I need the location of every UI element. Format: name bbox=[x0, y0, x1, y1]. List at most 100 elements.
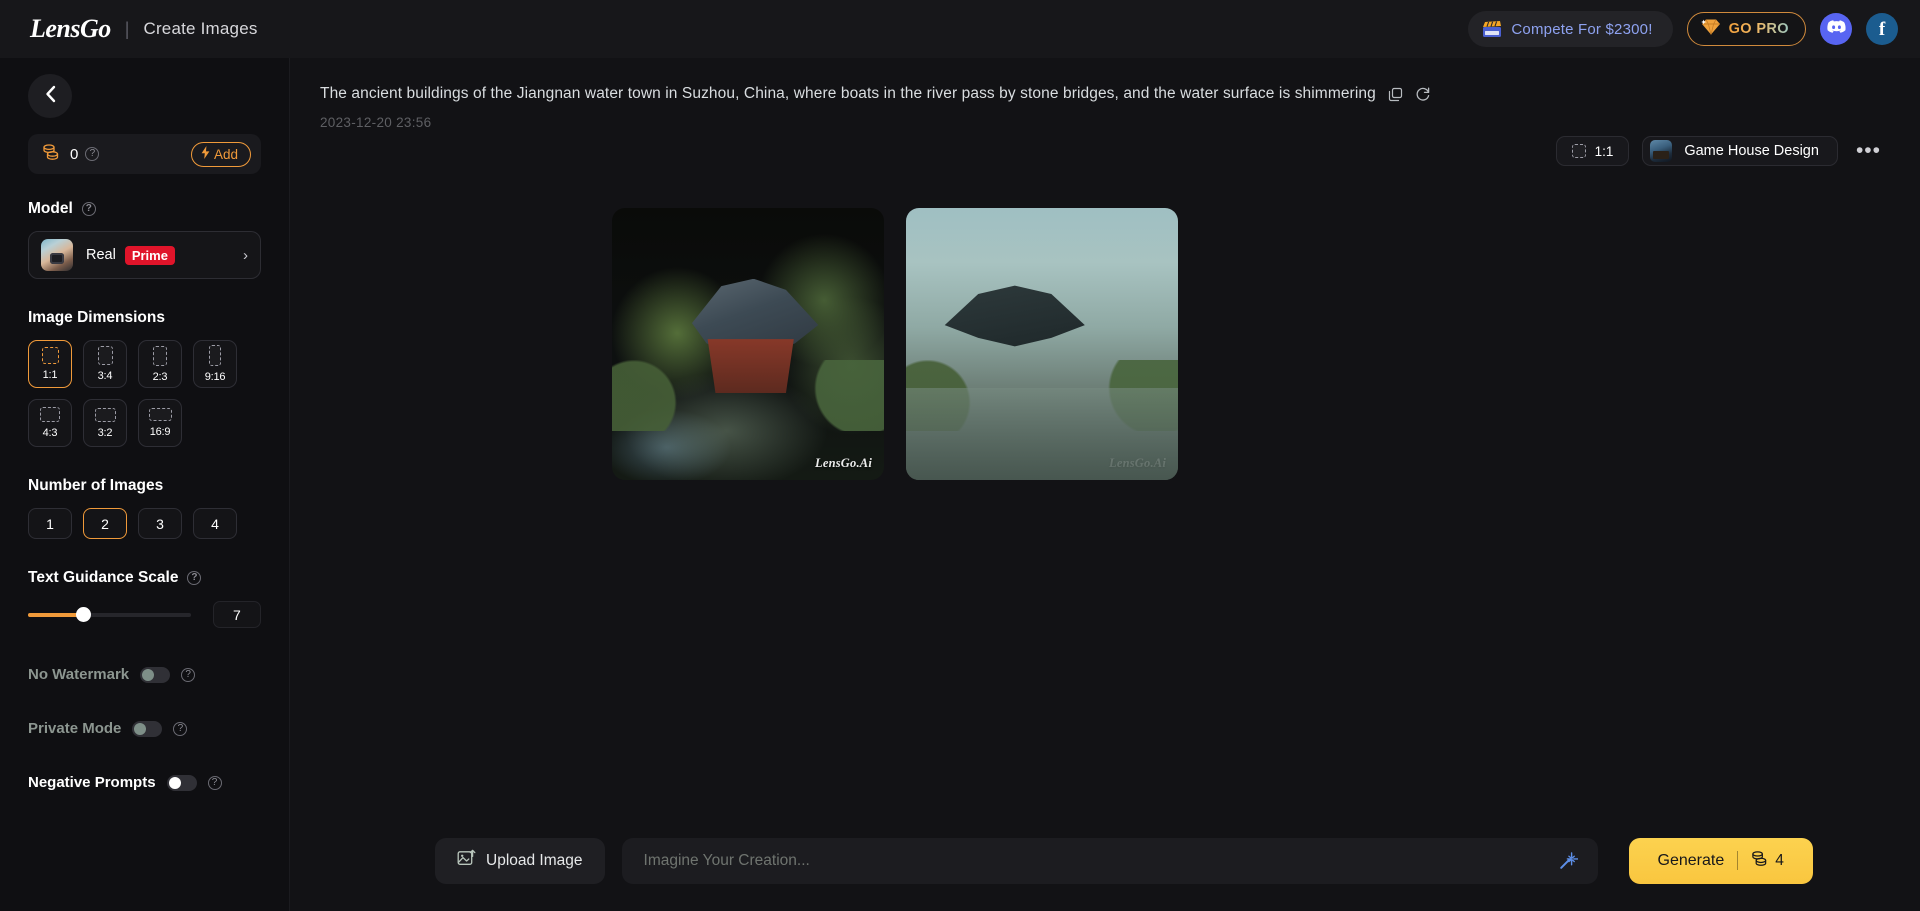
question-mark-icon[interactable]: ? bbox=[81, 202, 96, 216]
aspect-ratio-icon bbox=[153, 345, 167, 366]
compete-button[interactable]: Compete For $2300! bbox=[1468, 11, 1673, 47]
discord-icon bbox=[1826, 19, 1846, 39]
dimension-option-2-3[interactable]: 2:3 bbox=[138, 340, 182, 388]
dimension-option-label: 2:3 bbox=[152, 370, 168, 383]
upload-image-button[interactable]: Upload Image bbox=[435, 837, 605, 884]
diamond-icon bbox=[1700, 18, 1722, 41]
coins-icon bbox=[1751, 850, 1768, 872]
dimension-option-label: 1:1 bbox=[42, 369, 58, 381]
add-credits-button[interactable]: Add bbox=[190, 141, 251, 167]
no-watermark-row: No Watermark ? bbox=[28, 666, 261, 683]
model-selector[interactable]: Real Prime › bbox=[28, 231, 261, 279]
aspect-ratio-icon bbox=[40, 407, 60, 422]
dimension-option-label: 3:4 bbox=[97, 370, 113, 382]
watermark: LensGo.Ai bbox=[1108, 456, 1166, 470]
generation-prompt-line: The ancient buildings of the Jiangnan wa… bbox=[320, 84, 1920, 104]
preset-thumbnail bbox=[1650, 140, 1673, 162]
question-mark-icon[interactable]: ? bbox=[207, 775, 222, 790]
credit-amount: 0 bbox=[70, 145, 79, 163]
results-grid: LensGo.Ai LensGo.Ai bbox=[612, 208, 1178, 480]
generation-tools: 1:1 Game House Design ••• bbox=[1555, 136, 1886, 166]
question-mark-icon[interactable]: ? bbox=[173, 721, 188, 736]
dimension-option-label: 4:3 bbox=[42, 427, 58, 439]
model-prime-badge: Prime bbox=[124, 245, 175, 265]
image-count-option-3[interactable]: 3 bbox=[138, 508, 182, 539]
facebook-icon: f bbox=[1878, 18, 1886, 40]
image-upload-icon bbox=[457, 849, 476, 873]
count-section-title: Number of Images bbox=[28, 477, 261, 495]
image-count-option-2[interactable]: 2 bbox=[83, 508, 127, 539]
negative-prompts-toggle[interactable] bbox=[166, 774, 197, 791]
app-root: LensGo | Create Images Compete For $2300… bbox=[0, 0, 1920, 911]
brand-separator: | bbox=[124, 18, 130, 39]
copy-icon[interactable] bbox=[1388, 87, 1403, 102]
preset-label: Game House Design bbox=[1684, 143, 1819, 159]
generate-label: Generate bbox=[1657, 851, 1725, 869]
model-section-title: Model ? bbox=[28, 200, 261, 218]
result-image-1[interactable]: LensGo.Ai bbox=[612, 208, 884, 480]
brand-area[interactable]: LensGo | Create Images bbox=[30, 14, 258, 44]
private-mode-label: Private Mode bbox=[28, 720, 122, 737]
discord-link[interactable] bbox=[1820, 13, 1852, 45]
question-mark-icon[interactable]: ? bbox=[181, 667, 196, 682]
result-image-2[interactable]: LensGo.Ai bbox=[906, 208, 1178, 480]
guidance-slider-handle[interactable] bbox=[76, 606, 91, 622]
no-watermark-toggle[interactable] bbox=[140, 666, 171, 683]
image-count-option-1[interactable]: 1 bbox=[28, 508, 72, 539]
result-art-foliage bbox=[906, 360, 1178, 432]
go-pro-button[interactable]: GO PRO bbox=[1686, 12, 1806, 46]
generate-button[interactable]: Generate 4 bbox=[1628, 837, 1813, 884]
aspect-ratio-label: 1:1 bbox=[1594, 143, 1614, 159]
sidebar-collapse-button[interactable] bbox=[28, 74, 72, 118]
question-mark-icon[interactable]: ? bbox=[187, 571, 202, 585]
model-thumbnail bbox=[41, 239, 73, 271]
image-count-option-4[interactable]: 4 bbox=[193, 508, 237, 539]
no-watermark-label: No Watermark bbox=[28, 666, 130, 683]
aspect-ratio-icon bbox=[41, 347, 59, 364]
aspect-ratio-icon bbox=[1571, 144, 1586, 158]
private-mode-toggle[interactable] bbox=[132, 720, 163, 737]
dimension-option-1-1[interactable]: 1:1 bbox=[28, 340, 72, 388]
model-title-text: Model bbox=[28, 200, 73, 217]
aspect-ratio-icon bbox=[148, 408, 172, 421]
more-options-icon[interactable]: ••• bbox=[1851, 140, 1886, 161]
coins-icon bbox=[42, 143, 60, 166]
go-pro-label: GO PRO bbox=[1728, 21, 1789, 37]
guidance-slider[interactable] bbox=[28, 606, 191, 622]
page-title: Create Images bbox=[143, 19, 258, 38]
result-art-foliage bbox=[612, 360, 884, 432]
dimension-option-9-16[interactable]: 9:16 bbox=[193, 340, 237, 388]
dimension-option-3-2[interactable]: 3:2 bbox=[83, 399, 127, 447]
lightning-bolt-icon bbox=[201, 146, 210, 162]
generation-prompt-text: The ancient buildings of the Jiangnan wa… bbox=[320, 85, 1376, 102]
dimension-option-3-4[interactable]: 3:4 bbox=[83, 340, 127, 388]
aspect-ratio-icon bbox=[209, 345, 221, 366]
prompt-input-wrapper[interactable] bbox=[621, 837, 1598, 884]
upload-image-label: Upload Image bbox=[486, 851, 583, 869]
refresh-icon[interactable] bbox=[1415, 86, 1431, 102]
top-right-actions: Compete For $2300! GO PRO f bbox=[1468, 11, 1898, 47]
guidance-section-title: Text Guidance Scale ? bbox=[28, 569, 261, 587]
dimension-option-16-9[interactable]: 16:9 bbox=[138, 399, 182, 447]
dimensions-options: 1:1 3:4 2:3 9:16 4:3 3:2 16:9 bbox=[28, 340, 266, 447]
guidance-title-text: Text Guidance Scale bbox=[28, 569, 179, 586]
dimension-option-label: 3:2 bbox=[97, 426, 113, 439]
clapperboard-icon bbox=[1482, 20, 1502, 38]
prompt-input[interactable] bbox=[643, 851, 1555, 870]
preset-chip[interactable]: Game House Design bbox=[1642, 136, 1838, 166]
top-header-bar: LensGo | Create Images Compete For $2300… bbox=[0, 0, 1920, 58]
negative-prompts-label: Negative Prompts bbox=[28, 774, 156, 791]
generation-header: The ancient buildings of the Jiangnan wa… bbox=[290, 58, 1920, 130]
aspect-ratio-icon bbox=[94, 407, 116, 422]
guidance-value[interactable]: 7 bbox=[212, 601, 261, 628]
facebook-link[interactable]: f bbox=[1866, 13, 1898, 45]
question-mark-icon[interactable]: ? bbox=[85, 147, 100, 161]
aspect-ratio-icon bbox=[97, 346, 113, 365]
dimension-option-4-3[interactable]: 4:3 bbox=[28, 399, 72, 447]
count-title-text: Number of Images bbox=[28, 477, 164, 494]
aspect-ratio-chip[interactable]: 1:1 bbox=[1555, 136, 1630, 166]
generate-cost-value: 4 bbox=[1775, 851, 1784, 869]
magic-wand-icon[interactable] bbox=[1555, 851, 1582, 870]
toggle-knob bbox=[168, 776, 181, 789]
lensgo-logo[interactable]: LensGo bbox=[30, 14, 111, 44]
